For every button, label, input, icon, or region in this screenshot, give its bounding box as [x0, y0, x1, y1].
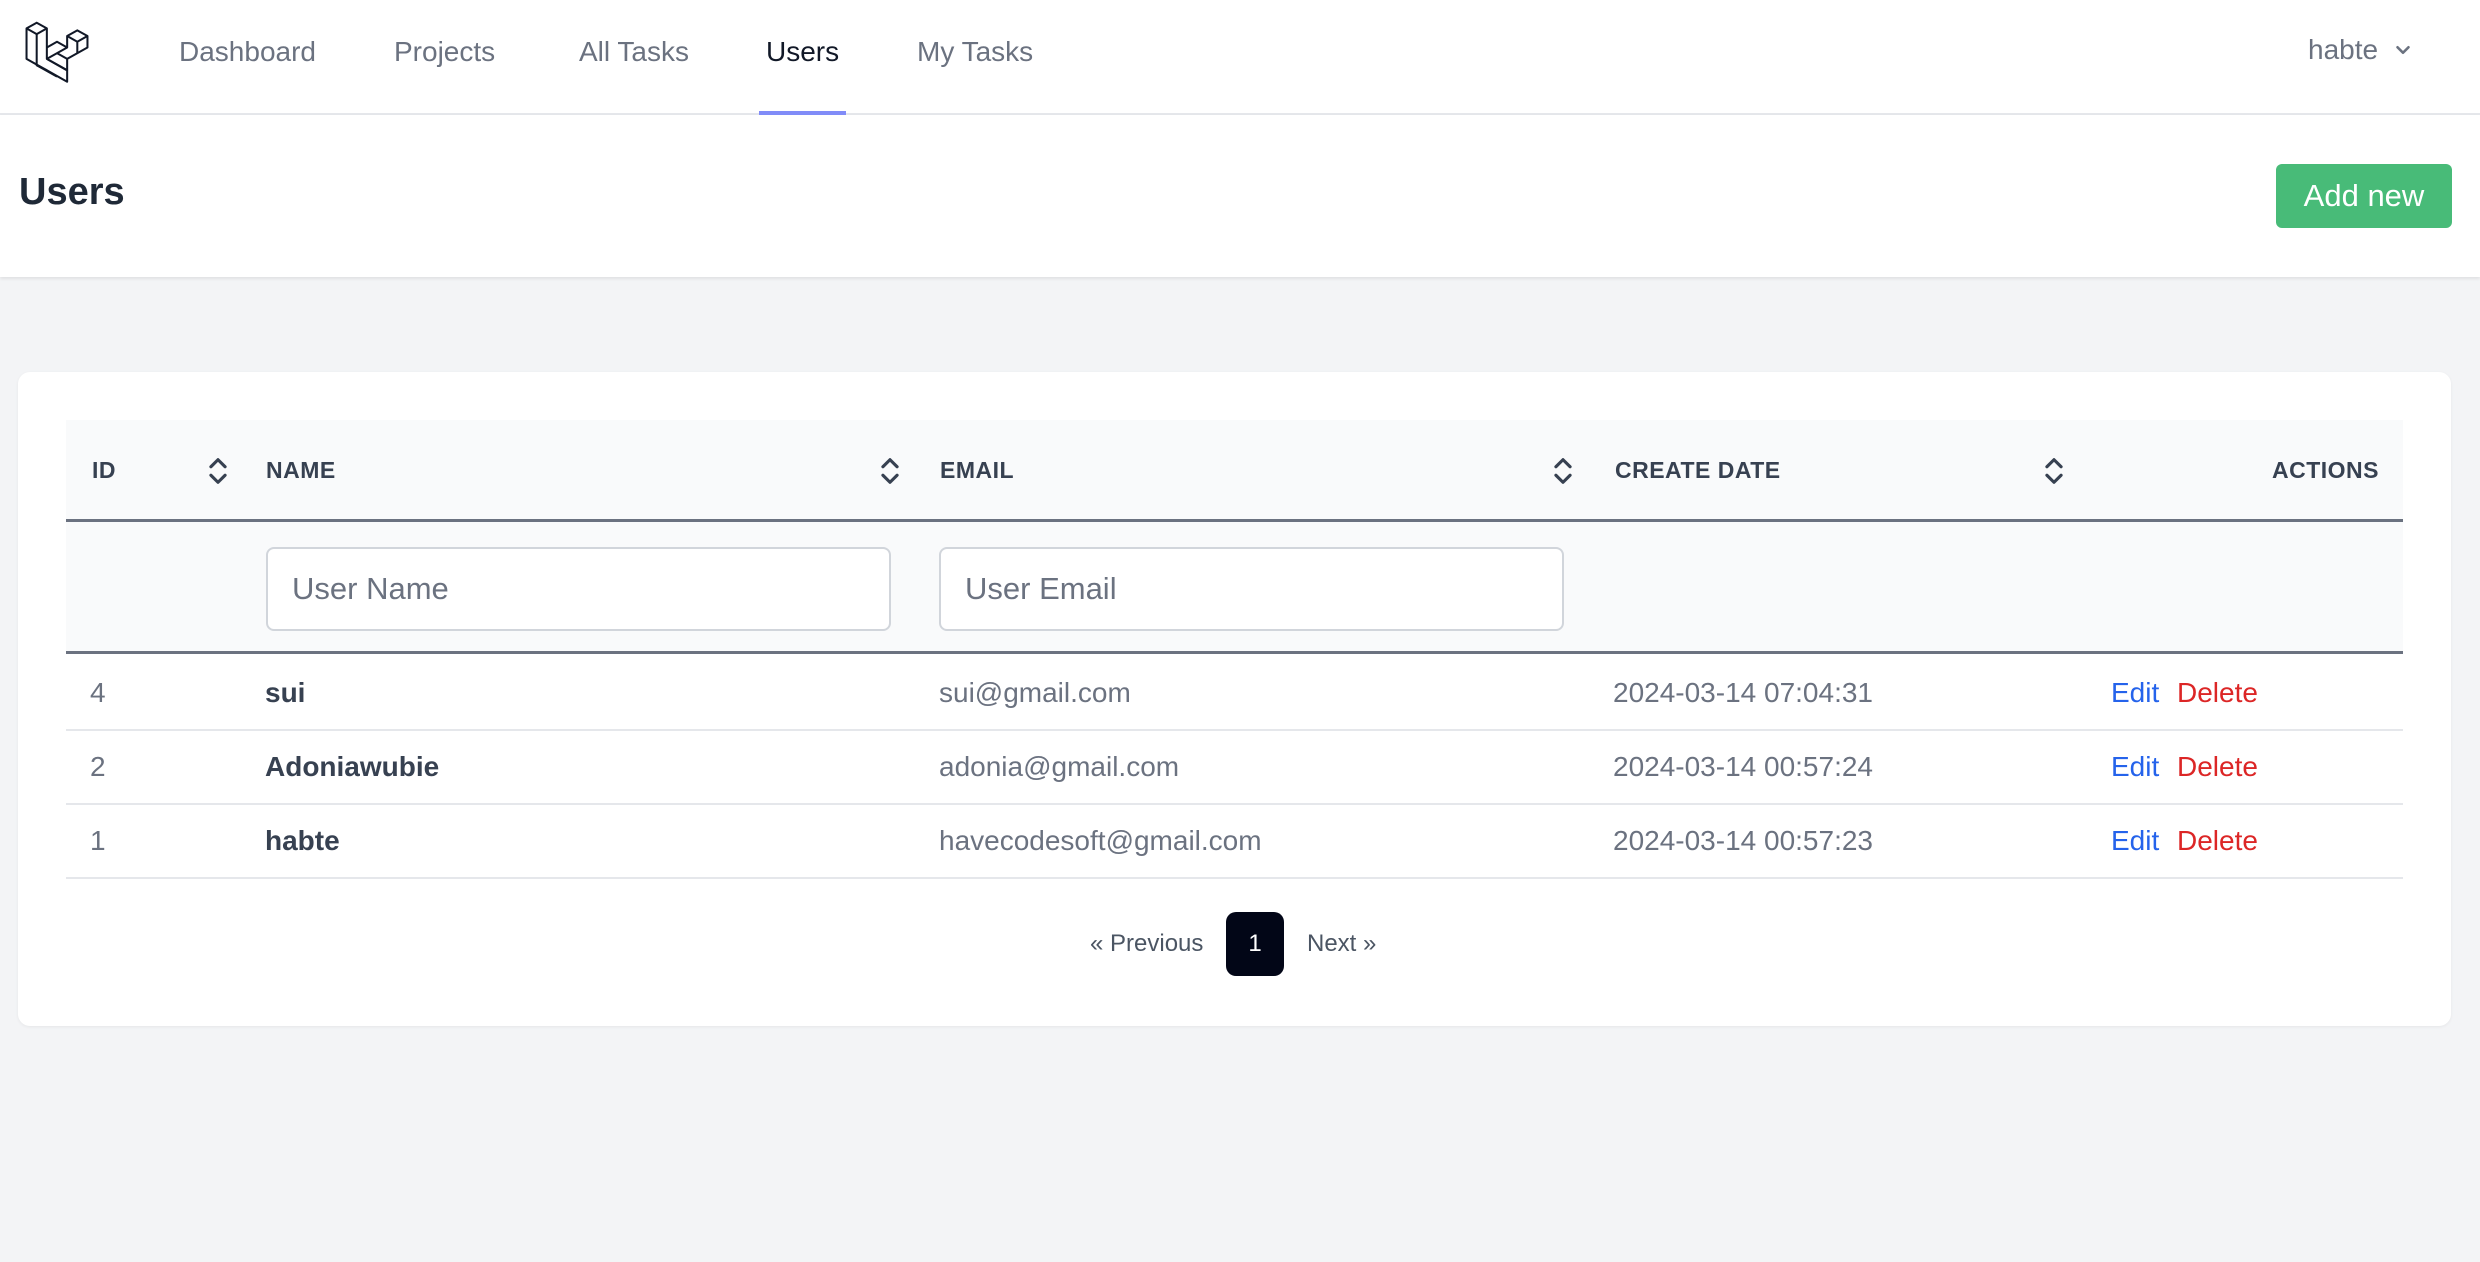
edit-link[interactable]: Edit [2111, 805, 2159, 877]
user-create-date: 2024-03-14 07:04:31 [1613, 677, 1873, 708]
add-new-button[interactable]: Add new [2276, 164, 2452, 228]
delete-link[interactable]: Delete [2177, 657, 2258, 729]
table-row: 2 Adoniawubie adonia@gmail.com 2024-03-1… [66, 731, 2403, 805]
nav-link-my-tasks[interactable]: My Tasks [917, 0, 1033, 113]
page-header: Users Add new [0, 115, 2480, 277]
column-header-email[interactable]: EMAIL [940, 420, 1014, 520]
user-email: havecodesoft@gmail.com [939, 825, 1262, 856]
user-name: Adoniawubie [265, 751, 440, 782]
delete-link[interactable]: Delete [2177, 805, 2258, 877]
sort-create-date-icon[interactable] [2042, 454, 2066, 488]
column-header-create-date[interactable]: CREATE DATE [1615, 420, 1781, 520]
user-email-filter-input[interactable] [939, 547, 1564, 631]
edit-link[interactable]: Edit [2111, 657, 2159, 729]
table-row: 4 sui sui@gmail.com 2024-03-14 07:04:31 … [66, 657, 2403, 731]
edit-link[interactable]: Edit [2111, 731, 2159, 803]
table-row: 1 habte havecodesoft@gmail.com 2024-03-1… [66, 805, 2403, 879]
user-create-date: 2024-03-14 00:57:23 [1613, 825, 1873, 856]
sort-name-icon[interactable] [878, 454, 902, 488]
user-email: adonia@gmail.com [939, 751, 1180, 782]
user-name: habte [265, 825, 340, 856]
column-header-id[interactable]: ID [92, 420, 116, 520]
sort-id-icon[interactable] [206, 454, 230, 488]
next-page-link[interactable]: Next » [1307, 912, 1376, 976]
table-header: ID NAME EMAIL CREATE DATE ACTIONS [66, 420, 2403, 522]
delete-link[interactable]: Delete [2177, 731, 2258, 803]
user-id: 4 [90, 677, 106, 708]
filter-row [66, 522, 2403, 654]
users-table-card: ID NAME EMAIL CREATE DATE ACTIONS 4 sui … [18, 372, 2451, 1026]
page-title: Users [19, 171, 125, 213]
user-id: 2 [90, 751, 106, 782]
user-id: 1 [90, 825, 106, 856]
nav-link-all-tasks[interactable]: All Tasks [579, 0, 689, 113]
column-header-actions: ACTIONS [2272, 457, 2379, 483]
nav-link-projects[interactable]: Projects [394, 0, 495, 113]
current-page-button[interactable]: 1 [1226, 912, 1284, 976]
top-navigation: Dashboard Projects All Tasks Users My Ta… [0, 0, 2480, 115]
sort-email-icon[interactable] [1551, 454, 1575, 488]
previous-page-link[interactable]: « Previous [1090, 912, 1203, 976]
column-header-name[interactable]: NAME [266, 420, 336, 520]
user-menu[interactable]: habte [2308, 0, 2414, 100]
user-name-filter-input[interactable] [266, 547, 891, 631]
user-name: habte [2308, 34, 2379, 65]
user-name: sui [265, 677, 306, 708]
laravel-logo-icon[interactable] [24, 17, 90, 83]
user-email: sui@gmail.com [939, 677, 1131, 708]
chevron-down-icon [2396, 45, 2410, 55]
user-create-date: 2024-03-14 00:57:24 [1613, 751, 1873, 782]
nav-link-users[interactable]: Users [766, 0, 839, 113]
nav-link-dashboard[interactable]: Dashboard [179, 0, 316, 113]
pagination: « Previous 1 Next » [18, 912, 2451, 976]
